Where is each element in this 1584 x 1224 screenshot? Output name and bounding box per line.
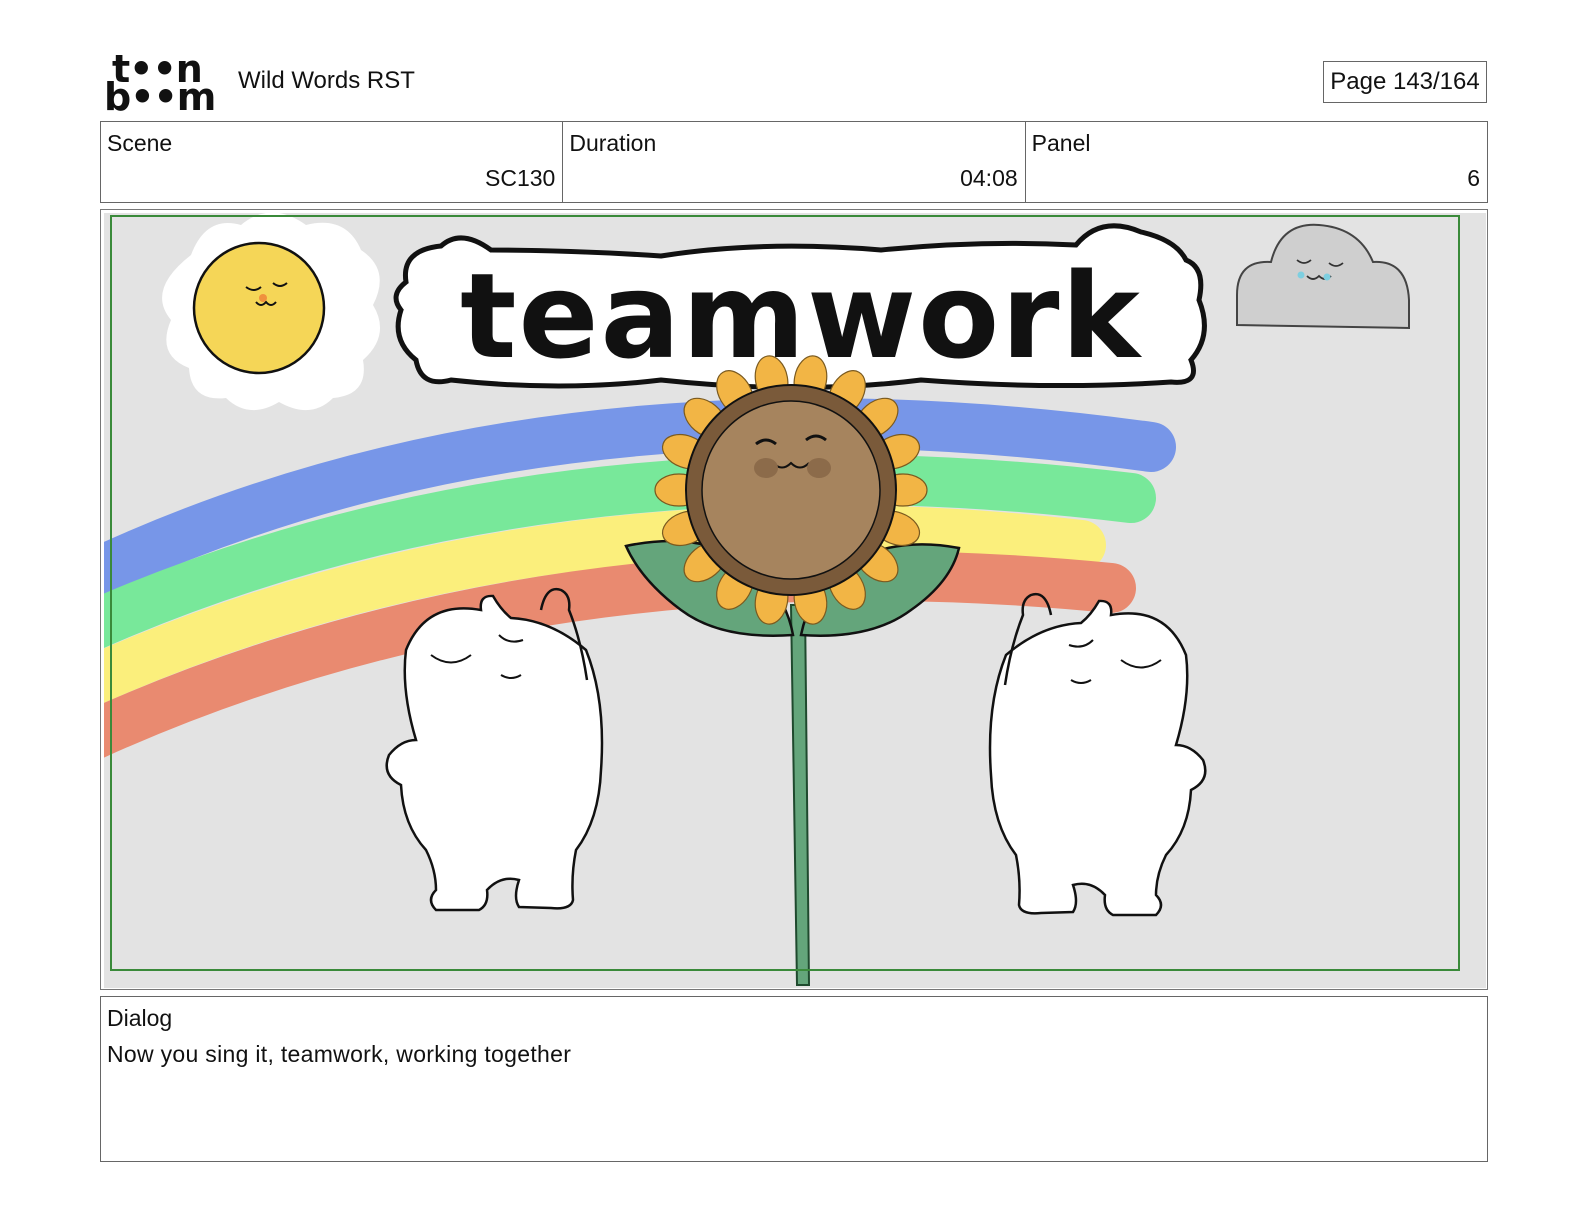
sun-cheek — [259, 294, 267, 302]
page-indicator: Page 143/164 — [1323, 61, 1487, 103]
duration-label: Duration — [569, 130, 657, 156]
duration-value: 04:08 — [960, 165, 1018, 191]
logo-line-2: b••m — [104, 75, 216, 119]
cloud-cheek-right — [1323, 273, 1331, 281]
cloud-cheek-left — [1297, 271, 1305, 279]
project-title: Wild Words RST — [238, 67, 415, 94]
sunflower-face — [701, 400, 881, 580]
scene-label: Scene — [107, 130, 173, 156]
dialog-label: Dialog — [107, 1005, 173, 1031]
storyboard-panel-image: teamwork — [104, 213, 1486, 988]
panel-cell: Panel 6 — [1026, 122, 1487, 202]
panel-value: 6 — [1467, 165, 1480, 191]
sun-body — [192, 241, 326, 375]
panel-label: Panel — [1031, 130, 1091, 156]
toonboom-logo: t••n b••m — [104, 50, 216, 116]
dialog-box: Dialog Now you sing it, teamwork, workin… — [100, 996, 1488, 1162]
scene-value: SC130 — [485, 165, 556, 191]
sunflower-cheek-right — [807, 458, 831, 478]
scene-info-table: Scene SC130 Duration 04:08 Panel 6 — [100, 121, 1488, 203]
dialog-text: Now you sing it, teamwork, working toget… — [107, 1041, 572, 1067]
sunflower-cheek-left — [754, 458, 778, 478]
storyboard-panel-frame: teamwork — [100, 209, 1488, 990]
scene-cell: Scene SC130 — [101, 122, 564, 202]
duration-cell: Duration 04:08 — [563, 122, 1026, 202]
